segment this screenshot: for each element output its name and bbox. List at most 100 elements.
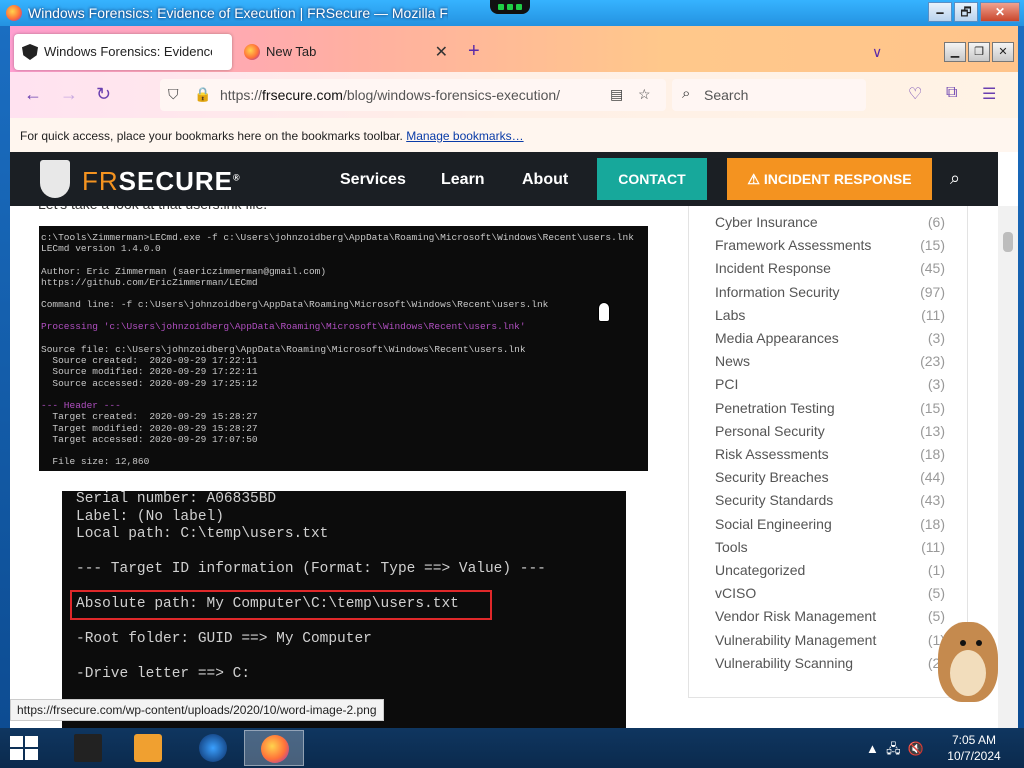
category-item[interactable]: Framework Assessments (15): [715, 237, 945, 257]
taskbar-app-2[interactable]: [118, 730, 178, 766]
system-tray-icons[interactable]: ▲ 🖧 🔇: [866, 740, 924, 762]
category-item[interactable]: Media Appearances (3): [715, 330, 945, 350]
terminal-line: Serial number: A06835BD: [76, 491, 277, 507]
close-button[interactable]: ✕: [980, 2, 1020, 22]
category-count: (3): [927, 376, 945, 393]
category-item[interactable]: Incident Response (45): [715, 260, 945, 280]
terminal-line: --- Target ID information (Format: Type …: [76, 561, 546, 577]
search-placeholder: Search: [704, 87, 749, 103]
category-name[interactable]: Media Appearances: [715, 330, 839, 346]
category-item[interactable]: Labs (11): [715, 307, 945, 327]
category-count: (11): [921, 306, 945, 323]
category-item[interactable]: Tools (11): [715, 539, 945, 559]
url-bar[interactable]: ⛉ 🔒 https://frsecure.com/blog/windows-fo…: [160, 79, 666, 111]
reload-button[interactable]: ↻: [96, 84, 111, 105]
desktop-background-left: [0, 0, 10, 728]
maximize-button[interactable]: 🗗: [954, 2, 978, 22]
nav-learn[interactable]: Learn: [441, 171, 485, 189]
category-name[interactable]: Incident Response: [715, 260, 831, 276]
desktop-hamster-pet[interactable]: [920, 602, 1010, 712]
list-all-tabs-button[interactable]: ∨: [872, 44, 882, 61]
category-name[interactable]: Cyber Insurance: [715, 214, 818, 230]
incident-response-button[interactable]: ⚠ INCIDENT RESPONSE: [727, 158, 932, 200]
inner-minimize-button[interactable]: ▁: [944, 42, 966, 62]
highlight-box: [70, 590, 492, 620]
category-item[interactable]: Vendor Risk Management (5): [715, 608, 945, 628]
category-item[interactable]: Cyber Insurance (6): [715, 214, 945, 234]
category-name[interactable]: Vulnerability Management: [715, 632, 876, 648]
new-tab-button[interactable]: +: [468, 40, 480, 63]
scrollbar-thumb[interactable]: [1003, 232, 1013, 252]
category-name[interactable]: News: [715, 353, 750, 369]
menu-icon[interactable]: ☰: [982, 84, 996, 104]
inner-restore-button[interactable]: ❐: [968, 42, 990, 62]
back-button[interactable]: ←: [24, 84, 42, 105]
search-box[interactable]: ⌕ Search: [672, 79, 866, 111]
category-name[interactable]: Penetration Testing: [715, 400, 835, 416]
terminal-line: -Drive letter ==> C:: [76, 666, 251, 682]
tab-frsecure[interactable]: Windows Forensics: Evidence of Execution…: [14, 34, 232, 70]
globe-app-icon: [199, 734, 227, 762]
manage-bookmarks-link[interactable]: Manage bookmarks…: [406, 129, 523, 143]
category-name[interactable]: Social Engineering: [715, 516, 832, 532]
category-item[interactable]: Personal Security (13): [715, 423, 945, 443]
category-item[interactable]: Uncategorized (1): [715, 562, 945, 582]
category-item[interactable]: Vulnerability Scanning (2): [715, 655, 945, 675]
category-item[interactable]: vCISO (5): [715, 585, 945, 605]
category-name[interactable]: Tools: [715, 539, 748, 555]
nav-services[interactable]: Services: [340, 171, 406, 189]
category-name[interactable]: Labs: [715, 307, 745, 323]
reader-view-icon[interactable]: ▤: [610, 86, 623, 103]
target-id-screenshot: Serial number: A06835BD Label: (No label)…: [62, 491, 626, 728]
category-name[interactable]: Personal Security: [715, 423, 825, 439]
category-count: (45): [920, 260, 945, 277]
category-name[interactable]: Risk Assessments: [715, 446, 829, 462]
category-name[interactable]: Information Security: [715, 284, 840, 300]
category-count: (15): [920, 237, 945, 254]
tracking-protection-icon[interactable]: ⛉: [168, 86, 179, 103]
close-tab-icon[interactable]: ✕: [435, 42, 448, 62]
frsecure-logo-icon[interactable]: [40, 160, 70, 198]
category-name[interactable]: Security Breaches: [715, 469, 829, 485]
category-item[interactable]: Security Breaches (44): [715, 469, 945, 489]
minimize-button[interactable]: 🗕: [928, 2, 952, 22]
lock-icon[interactable]: 🔒: [194, 86, 211, 103]
extensions-icon[interactable]: ⧉: [946, 84, 957, 102]
taskbar-firefox[interactable]: [244, 730, 304, 766]
category-name[interactable]: vCISO: [715, 585, 756, 601]
category-name[interactable]: PCI: [715, 376, 738, 392]
category-item[interactable]: Social Engineering (18): [715, 516, 945, 536]
category-item[interactable]: PCI (3): [715, 376, 945, 396]
taskbar-app-3[interactable]: [183, 730, 243, 766]
bookmark-star-icon[interactable]: ☆: [638, 86, 651, 103]
category-name[interactable]: Uncategorized: [715, 562, 805, 578]
window-title-bar[interactable]: Windows Forensics: Evidence of Execution…: [0, 0, 1024, 26]
category-name[interactable]: Vulnerability Scanning: [715, 655, 853, 671]
start-button[interactable]: [10, 736, 40, 760]
tab-new-tab[interactable]: New Tab ✕: [236, 34, 456, 70]
category-item[interactable]: Risk Assessments (18): [715, 446, 945, 466]
category-item[interactable]: Information Security (97): [715, 284, 945, 304]
category-item[interactable]: News (23): [715, 353, 945, 373]
category-item[interactable]: Security Standards (43): [715, 492, 945, 512]
site-search-icon[interactable]: ⌕: [950, 168, 960, 189]
link-status-bar: https://frsecure.com/wp-content/uploads/…: [10, 699, 384, 721]
frsecure-logo[interactable]: FRSECURE®: [82, 166, 241, 197]
inner-close-button[interactable]: ✕: [992, 42, 1014, 62]
category-item[interactable]: Penetration Testing (15): [715, 400, 945, 420]
pocket-icon[interactable]: ♡: [908, 84, 922, 104]
forward-button[interactable]: →: [60, 84, 78, 105]
taskbar-app-1[interactable]: [58, 730, 118, 766]
category-name[interactable]: Vendor Risk Management: [715, 608, 876, 624]
category-item[interactable]: Vulnerability Management (1): [715, 632, 945, 652]
terminal-line: Target created: 2020-09-29 15:28:27: [41, 411, 258, 423]
category-name[interactable]: Security Standards: [715, 492, 833, 508]
nav-about[interactable]: About: [522, 171, 568, 189]
category-name[interactable]: Framework Assessments: [715, 237, 871, 253]
contact-button[interactable]: CONTACT: [597, 158, 707, 200]
taskbar-clock[interactable]: 7:05 AM 10/7/2024: [934, 732, 1014, 764]
bookmarks-toolbar: For quick access, place your bookmarks h…: [10, 118, 1018, 152]
url-text[interactable]: https://frsecure.com/blog/windows-forens…: [220, 87, 560, 103]
